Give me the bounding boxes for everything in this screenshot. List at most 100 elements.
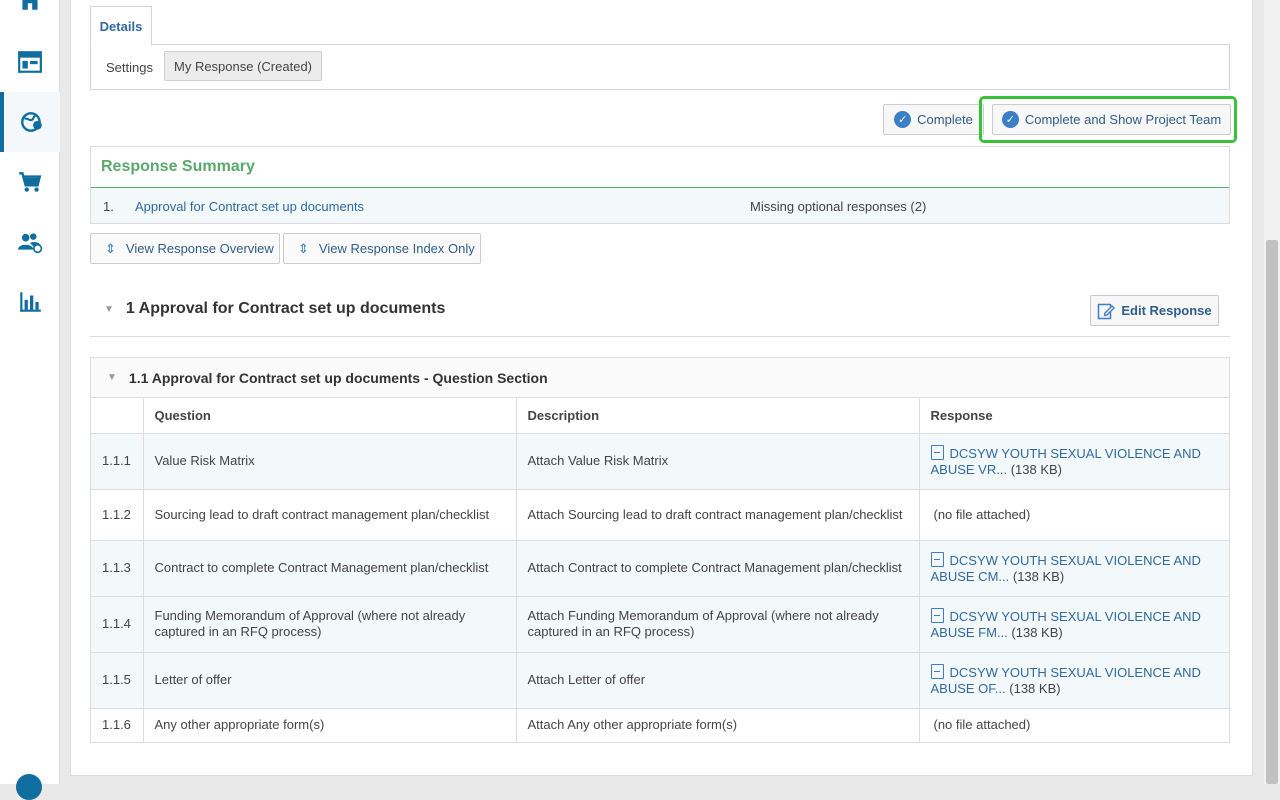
row-response: DCSYW YOUTH SEXUAL VIOLENCE AND ABUSE CM.… [919,540,1229,597]
file-name-line2: ABUSE CM... [930,568,1010,584]
table-row: 1.1.6 Any other appropriate form(s) Atta… [91,708,1229,743]
file-name-line1: DCSYW YOUTH SEXUAL VIOLENCE AND [949,552,1201,568]
edit-response-label: Edit Response [1121,303,1212,318]
settings-label: Settings [106,60,153,75]
question-section-header[interactable]: ▼ 1.1 Approval for Contract set up docum… [91,358,1229,398]
highlight-box [979,96,1237,143]
help-icon[interactable] [16,774,42,800]
col-header-question: Question [143,398,517,434]
edit-icon [1098,303,1116,319]
table-row: 1.1.5 Letter of offer Attach Letter of o… [91,652,1229,709]
row-question: Value Risk Matrix [143,433,517,490]
dashboard-icon [18,51,42,73]
cart-icon [19,172,42,192]
summary-title: Response Summary [91,147,1229,188]
file-size: (138 KB) [1012,568,1065,584]
check-circle-icon: ✓ [894,111,912,128]
col-header-number [91,398,144,434]
row-number: 1.1.5 [91,652,144,709]
expand-vertical-icon: ⇕ [105,241,116,256]
divider [90,336,1230,337]
my-response-button[interactable]: My Response (Created) [164,51,322,81]
view-index-label: View Response Index Only [318,241,475,256]
row-response: DCSYW YOUTH SEXUAL VIOLENCE AND ABUSE OF.… [919,652,1229,709]
file-link[interactable]: DCSYW YOUTH SEXUAL VIOLENCE AND ABUSE FM.… [930,607,1201,640]
file-size: (138 KB) [1009,680,1061,696]
view-overview-label: View Response Overview [125,241,274,256]
caret-down-icon: ▼ [104,303,114,315]
row-question: Letter of offer [143,652,517,709]
question-section-title: 1.1 Approval for Contract set up documen… [128,369,548,386]
pdf-file-icon [930,607,944,623]
sidebar-item-sourcing[interactable] [0,92,60,152]
sidebar-item-cart[interactable] [0,152,60,212]
view-response-overview-button[interactable]: ⇕ View Response Overview [90,233,280,264]
scrollbar[interactable] [1264,0,1280,784]
pdf-file-icon [930,551,944,567]
response-summary: Response Summary 1. Approval for Contrac… [90,146,1230,224]
complete-label: Complete [917,112,973,127]
sidebar-item-home[interactable] [0,0,60,30]
users-icon [18,233,43,254]
question-section: ▼ 1.1 Approval for Contract set up docum… [90,357,1230,743]
row-description: Attach Sourcing lead to draft contract m… [516,489,920,541]
pdf-file-icon [930,444,944,460]
file-link[interactable]: DCSYW YOUTH SEXUAL VIOLENCE AND ABUSE CM.… [930,551,1201,584]
table-row: 1.1.1 Value Risk Matrix Attach Value Ris… [91,433,1229,490]
row-number: 1.1.1 [91,433,144,490]
complete-button[interactable]: ✓ Complete [883,104,984,135]
row-response: (no file attached) [919,489,1229,541]
file-name-line1: DCSYW YOUTH SEXUAL VIOLENCE AND [949,445,1201,461]
col-header-response: Response [919,398,1229,434]
section-heading[interactable]: ▼ 1 Approval for Contract set up documen… [104,300,445,318]
row-question: Contract to complete Contract Management… [143,540,517,597]
settings-bar: Settings My Response (Created) [90,44,1230,90]
sidebar [0,0,60,800]
table-row: 1.1.4 Funding Memorandum of Approval (wh… [91,596,1229,653]
file-name-line1: DCSYW YOUTH SEXUAL VIOLENCE AND [949,664,1201,680]
row-description: Attach Funding Memorandum of Approval (w… [516,596,920,653]
row-number: 1.1.4 [91,596,144,653]
file-name-line2: ABUSE VR... [930,461,1008,477]
file-size: (138 KB) [1011,624,1063,640]
tab-details[interactable]: Details [90,6,152,46]
row-question: Sourcing lead to draft contract manageme… [143,489,517,541]
file-name-line1: DCSYW YOUTH SEXUAL VIOLENCE AND [949,608,1201,624]
row-question: Funding Memorandum of Approval (where no… [143,596,517,653]
scrollbar-thumb[interactable] [1266,240,1278,784]
summary-row: 1. Approval for Contract set up document… [91,188,1229,223]
sidebar-item-dashboard[interactable] [0,32,60,92]
summary-row-number: 1. [103,199,114,214]
row-number: 1.1.2 [91,489,144,541]
summary-row-link[interactable]: Approval for Contract set up documents [135,199,364,214]
file-link[interactable]: DCSYW YOUTH SEXUAL VIOLENCE AND ABUSE OF.… [930,663,1201,696]
home-icon [19,0,41,10]
table-header-row: Question Description Response [91,398,1229,434]
row-description: Attach Letter of offer [516,652,920,709]
edit-response-button[interactable]: Edit Response [1090,295,1219,326]
row-question: Any other appropriate form(s) [143,708,517,743]
sidebar-item-reports[interactable] [0,272,60,332]
no-file-text: (no file attached) [933,717,1031,732]
pdf-file-icon [930,663,944,679]
collapse-vertical-icon: ⇕ [298,241,309,256]
no-file-text: (no file attached) [933,506,1031,522]
file-name-line2: ABUSE FM... [930,624,1008,640]
table-row: 1.1.3 Contract to complete Contract Mana… [91,540,1229,597]
row-description: Attach Contract to complete Contract Man… [516,540,920,597]
summary-row-status: Missing optional responses (2) [750,199,927,214]
file-name-line2: ABUSE OF... [930,680,1006,696]
file-link[interactable]: DCSYW YOUTH SEXUAL VIOLENCE AND ABUSE VR.… [930,444,1201,477]
chart-icon [20,292,41,312]
view-response-index-button[interactable]: ⇕ View Response Index Only [283,233,481,264]
row-response: (no file attached) [919,708,1229,743]
section-title: 1 Approval for Contract set up documents [125,300,446,317]
sidebar-item-users[interactable] [0,212,60,272]
row-description: Attach Any other appropriate form(s) [516,708,920,743]
globe-icon [21,112,42,132]
file-size: (138 KB) [1010,461,1063,477]
row-description: Attach Value Risk Matrix [516,433,920,490]
row-response: DCSYW YOUTH SEXUAL VIOLENCE AND ABUSE VR.… [919,433,1229,490]
questions-table: Question Description Response 1.1.1 Valu… [91,398,1229,743]
table-row: 1.1.2 Sourcing lead to draft contract ma… [91,489,1229,541]
